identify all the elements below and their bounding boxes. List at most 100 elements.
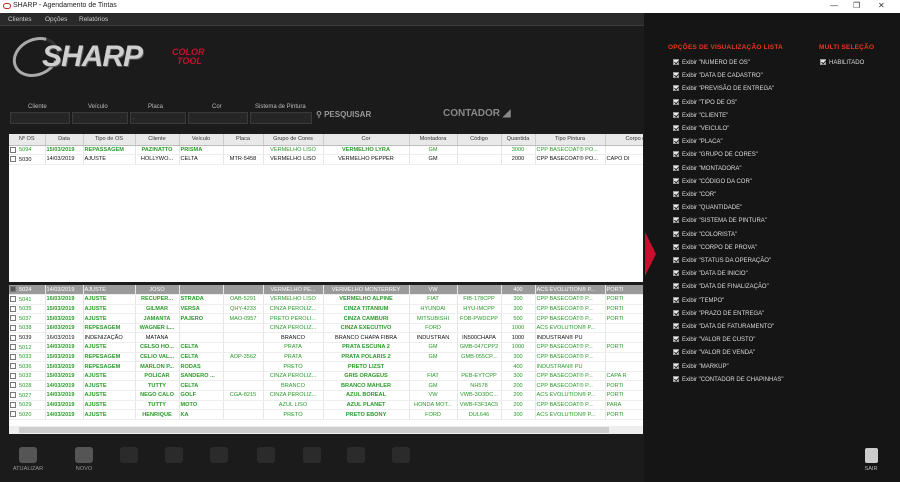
table-row[interactable]: 5029 14/03/2019 AJUSTE TUTTY MOTO AZUL LISO AZ… (9, 400, 643, 411)
row-checkbox[interactable] (10, 382, 16, 389)
cor-input[interactable] (188, 112, 248, 124)
menu-opcoes[interactable]: Opções (45, 16, 67, 23)
table-row[interactable]: 5024 14/03/2019 AJUSTE JOSO VERMELHO PE... VE… (9, 285, 643, 296)
toolbar-disabled-button-4[interactable] (250, 447, 282, 466)
table-row[interactable]: 5035 15/03/2019 AJUSTE GILMAR VERSA QHY-4233 C… (9, 304, 643, 315)
display-option-checkbox[interactable]: Exibir "DATA DE FATURAMENTO" (673, 323, 774, 330)
display-option-checkbox[interactable]: Exibir "PREVISÃO DE ENTREGA" (673, 85, 774, 92)
column-header[interactable]: Quantida (501, 134, 536, 146)
display-option-checkbox[interactable]: Exibir "SISTEMA DE PINTURA" (673, 217, 767, 224)
table-row[interactable]: 5039 16/03/2019 INDENIZAÇÃO MATANA BRANCO BRA… (9, 332, 643, 344)
column-header[interactable]: Data (45, 134, 84, 146)
display-option-checkbox[interactable]: Exibir "DATA DE FINALIZAÇÃO" (673, 283, 769, 290)
table-row[interactable]: 5027 14/03/2019 AJUSTE NEGO CALO GOLF CGA-821… (9, 390, 643, 401)
display-option-checkbox[interactable]: Exibir "QUANTIDADE" (673, 204, 742, 211)
column-header[interactable]: Veículo (179, 134, 224, 146)
exit-button[interactable]: SAIR (859, 448, 883, 472)
column-header[interactable]: Placa (223, 134, 264, 146)
display-option-checkbox[interactable]: Exibir "PLACA" (673, 138, 723, 145)
table-row[interactable]: 5041 16/03/2019 AJUSTE RECUPER... STRADA OAB-… (9, 294, 643, 305)
new-button[interactable]: NOVO (68, 447, 100, 472)
table-cell: FIAT (409, 371, 458, 382)
row-checkbox[interactable] (10, 315, 16, 322)
display-option-checkbox[interactable]: Exibir "VALOR DE VENDA" (673, 349, 755, 356)
display-option-checkbox[interactable]: Exibir "VALOR DE CUSTO" (673, 336, 755, 343)
display-option-checkbox[interactable]: Exibir "MONTADORA" (673, 164, 741, 172)
toolbar-disabled-button-5[interactable] (296, 447, 328, 466)
column-header[interactable]: Código (457, 134, 502, 146)
row-checkbox[interactable] (10, 305, 16, 312)
row-checkbox[interactable] (10, 146, 16, 153)
table-row[interactable]: 5037 15/03/2019 AJUSTE JAMANTA PAJERO MAO-095… (9, 313, 643, 324)
table-row[interactable]: 5012 14/03/2019 AJUSTE CELSO HO... CELTA PRAT… (9, 342, 643, 353)
row-checkbox[interactable] (10, 411, 16, 418)
table-row[interactable]: 5028 14/03/2019 AJUSTE TUTTY CELTA BRANCO BRAN… (9, 380, 643, 392)
close-icon[interactable]: ✕ (878, 1, 885, 10)
display-option-checkbox[interactable]: Exibir "VEICULO" (673, 125, 729, 132)
table-cell: PRATA ESCUNA 2 (323, 342, 410, 353)
display-option-checkbox[interactable]: Exibir "TEMPO" (673, 296, 724, 304)
horizontal-scrollbar[interactable] (9, 426, 643, 434)
column-header[interactable]: Corpo de (605, 134, 643, 146)
display-option-label: Exibir "STATUS DA OPERAÇÃO" (682, 258, 772, 264)
row-checkbox[interactable] (10, 296, 16, 303)
table-row[interactable]: 5032 15/03/2019 AJUSTE POLICAR SANDERO ... CI… (9, 371, 643, 382)
toolbar-disabled-button-2[interactable] (158, 447, 190, 466)
display-option-checkbox[interactable]: Exibir "CORPO DE PROVA" (673, 243, 757, 251)
row-checkbox[interactable] (10, 344, 16, 351)
maximize-icon[interactable]: ❐ (853, 1, 860, 10)
placa-input[interactable]: . (130, 112, 186, 124)
cliente-input[interactable] (10, 112, 70, 124)
toolbar-disabled-button-6[interactable] (340, 447, 372, 466)
display-option-checkbox[interactable]: Exibir "PRAZO DE ENTREGA" (673, 309, 764, 317)
display-option-checkbox[interactable]: Exibir "CONTADOR DE CHAPINHAS" (673, 375, 784, 383)
row-checkbox[interactable] (10, 156, 16, 163)
display-option-checkbox[interactable]: Exibir "DATA DE CADASTRO" (673, 72, 763, 79)
display-option-checkbox[interactable]: Exibir "MARKUP" (673, 362, 729, 370)
scrollbar-thumb[interactable] (19, 427, 609, 433)
search-button[interactable]: ⚲ PESQUISAR (316, 110, 371, 119)
column-header[interactable]: Cor (323, 134, 410, 146)
multi-select-enabled-checkbox[interactable]: HABILITADO (820, 59, 864, 66)
row-checkbox[interactable] (10, 353, 16, 360)
sistema-pintura-input[interactable] (250, 112, 312, 124)
display-option-checkbox[interactable]: Exibir "CLIENTE" (673, 111, 728, 119)
row-checkbox[interactable] (10, 392, 16, 399)
column-header[interactable]: Grupo de Cores (263, 134, 324, 146)
column-header[interactable]: Cliente (135, 134, 180, 146)
row-checkbox[interactable] (10, 372, 16, 379)
table-row[interactable]: 5038 16/03/2019 REPESAGEM WAGNER L... CINZA … (9, 323, 643, 334)
table-row[interactable]: 5020 14/03/2019 AJUSTE HENRIQUE KA PRETO PRETO… (9, 409, 643, 420)
row-checkbox[interactable] (10, 324, 16, 331)
column-header[interactable]: Tipo de OS (83, 134, 136, 146)
row-checkbox[interactable] (10, 286, 16, 293)
toolbar-disabled-button-3[interactable] (203, 447, 235, 466)
row-checkbox[interactable] (10, 363, 16, 370)
refresh-button[interactable]: ATUALIZAR (12, 447, 44, 472)
table-row[interactable]: 5033 15/03/2019 REPESAGEM CELIO VAL... CELTA… (9, 352, 643, 363)
display-option-checkbox[interactable]: Exibir "CÓDIGO DA COR" (673, 177, 752, 185)
row-checkbox[interactable] (10, 334, 16, 341)
veiculo-input[interactable] (72, 112, 128, 124)
column-header[interactable]: Tipo Pintura (535, 134, 606, 146)
minimize-icon[interactable]: — (830, 1, 838, 10)
display-option-checkbox[interactable]: Exibir "NUMERO DE OS" (673, 59, 750, 66)
display-option-checkbox[interactable]: Exibir "COLORISTA" (673, 230, 737, 238)
toolbar-disabled-button-1[interactable] (113, 447, 145, 466)
row-checkbox[interactable] (10, 401, 16, 408)
display-option-checkbox[interactable]: Exibir "DATA DE INICIO" (673, 270, 748, 277)
menu-clientes[interactable]: Clientes (8, 16, 31, 23)
column-header[interactable]: Montadora (409, 134, 458, 146)
toolbar-disabled-button-7[interactable] (385, 447, 417, 466)
table-row[interactable]: 5094 15/03/2019 REPASSAGEM PAZINATTO PRISMA V… (9, 145, 643, 156)
column-header[interactable]: Nº OS (9, 134, 46, 146)
counter-button[interactable]: CONTADOR ◢ (443, 108, 511, 119)
menu-relatorios[interactable]: Relatórios (79, 16, 108, 23)
display-option-checkbox[interactable]: Exibir "COR" (673, 191, 716, 198)
display-option-checkbox[interactable]: Exibir "GRUPO DE CORES" (673, 151, 758, 158)
table-row[interactable]: 5036 15/03/2019 REPESAGEM MARLON P... RODAS P… (9, 361, 643, 372)
panel-toggle-arrow-icon[interactable] (645, 232, 656, 276)
table-row[interactable]: 5030 14/03/2019 AJUSTE HOLLYWO... CELTA MTR-5… (9, 154, 643, 165)
display-option-checkbox[interactable]: Exibir "TIPO DE OS" (673, 98, 737, 106)
display-option-checkbox[interactable]: Exibir "STATUS DA OPERAÇÃO" (673, 257, 771, 264)
